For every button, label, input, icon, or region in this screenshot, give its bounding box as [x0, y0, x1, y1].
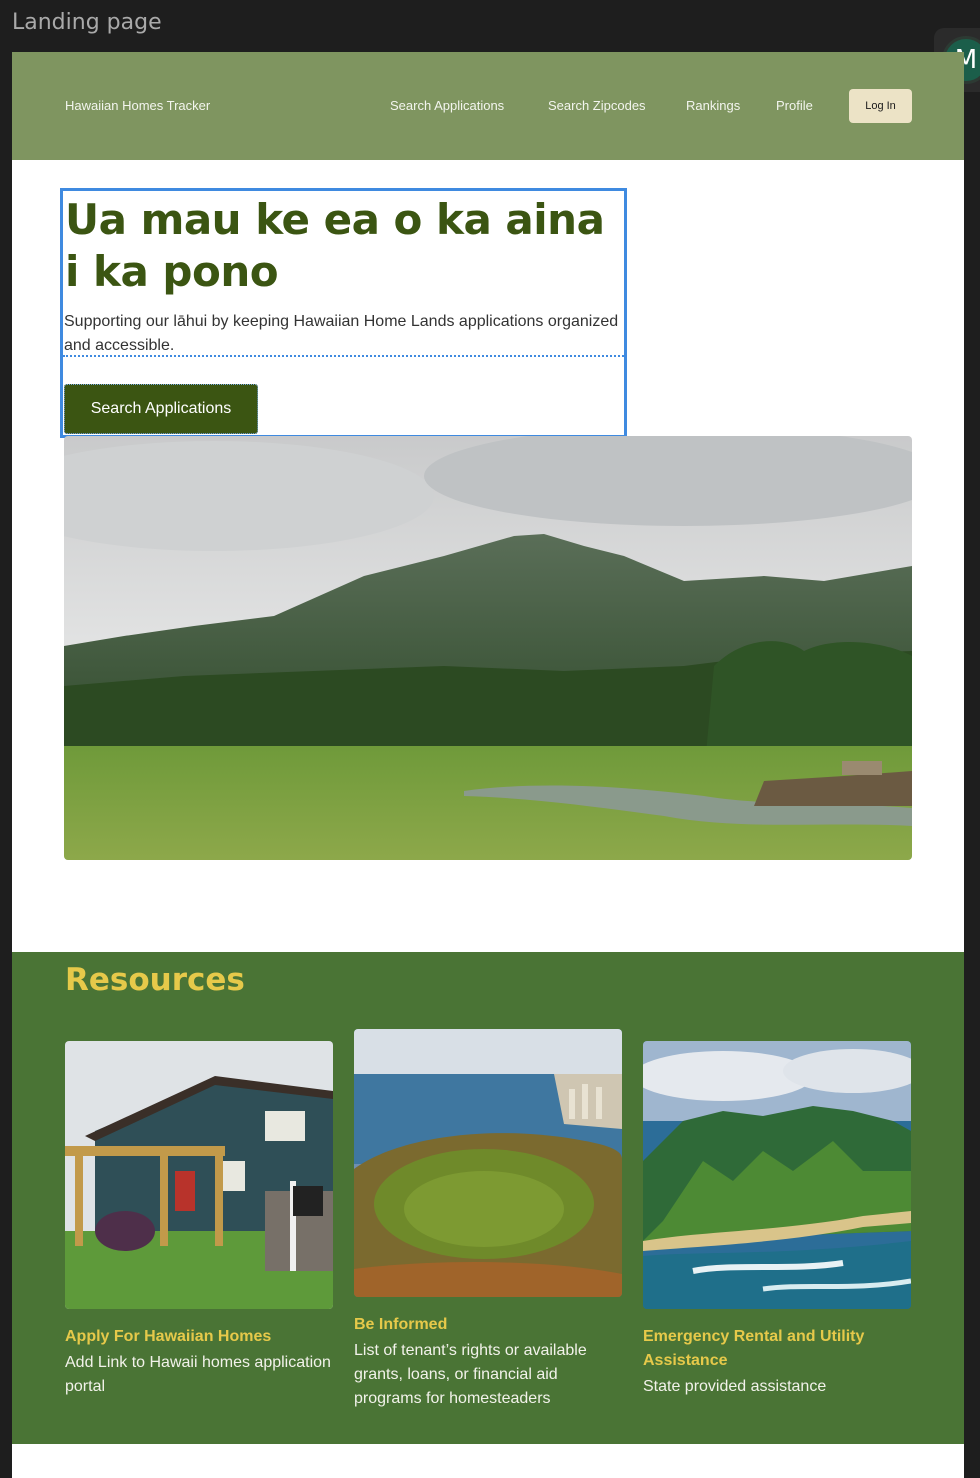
landing-page: Hawaiian Homes Tracker Search Applicatio… — [12, 52, 964, 1478]
hero-title: Ua mau ke ea o ka aina i ka pono — [65, 195, 605, 296]
brand-link[interactable]: Hawaiian Homes Tracker — [65, 98, 210, 113]
card-desc-emergency: State provided assistance — [643, 1378, 827, 1395]
resources-title: Resources — [65, 962, 245, 998]
login-button[interactable]: Log In — [849, 89, 912, 123]
card-title-informed[interactable]: Be Informed — [354, 1313, 614, 1337]
resources-section: Resources Apply For Hawaiian Homes Add L… — [12, 952, 964, 1444]
card-title-apply[interactable]: Apply For Hawaiian Homes — [65, 1325, 325, 1349]
card-title-emergency[interactable]: Emergency Rental and Utility Assistance — [643, 1325, 903, 1373]
frame-label: Landing page — [12, 10, 162, 35]
search-applications-button[interactable]: Search Applications — [64, 384, 258, 434]
hero-subtitle: Supporting our lāhui by keeping Hawaiian… — [64, 313, 619, 354]
nav-profile[interactable]: Profile — [776, 98, 813, 113]
card-desc-apply: Add Link to Hawaii homes application por… — [65, 1354, 331, 1395]
house-for-sale-image[interactable] — [65, 1041, 333, 1309]
hero-mountain-image — [64, 436, 912, 860]
nav-search-applications[interactable]: Search Applications — [390, 98, 504, 113]
navbar: Hawaiian Homes Tracker Search Applicatio… — [12, 52, 964, 160]
nav-search-zipcodes[interactable]: Search Zipcodes — [548, 98, 646, 113]
coastal-cliffs-image[interactable] — [643, 1041, 911, 1309]
nav-rankings[interactable]: Rankings — [686, 98, 740, 113]
diamond-head-crater-image[interactable] — [354, 1029, 622, 1297]
card-desc-informed: List of tenant’s rights or available gra… — [354, 1342, 587, 1407]
